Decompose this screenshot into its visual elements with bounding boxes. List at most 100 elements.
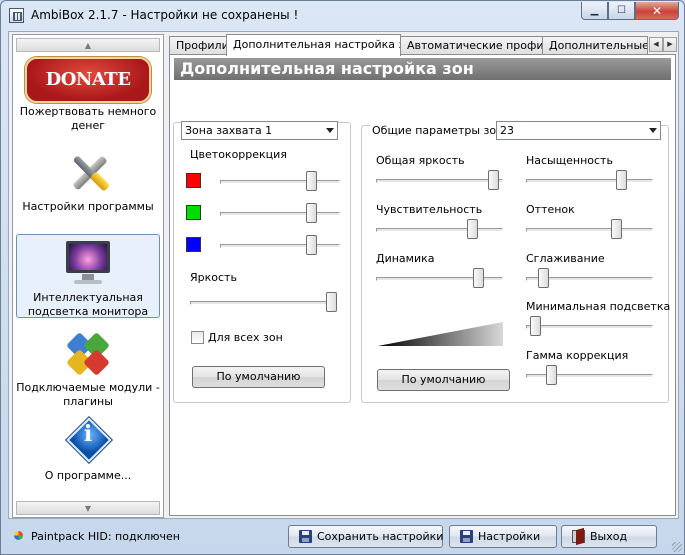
info-icon: i bbox=[63, 417, 113, 467]
min-backlight-slider-thumb[interactable] bbox=[529, 316, 541, 336]
zone-select[interactable]: Зона захвата 1 bbox=[181, 121, 338, 140]
min-backlight-label: Минимальная подсветка bbox=[526, 300, 671, 313]
status-bar: Paintpack HID: подключен Сохранить настр… bbox=[1, 520, 684, 554]
red-slider-thumb[interactable] bbox=[305, 171, 317, 191]
floppy-icon bbox=[299, 530, 312, 543]
smoothing-slider[interactable] bbox=[526, 267, 653, 289]
sensitivity-slider-thumb[interactable] bbox=[467, 219, 479, 239]
chevron-down-icon bbox=[326, 128, 334, 133]
hue-slider[interactable] bbox=[526, 218, 653, 240]
sidebar: ▲ DONATE NOW Пожертвовать немного денег … bbox=[12, 34, 164, 518]
device-status-icon bbox=[13, 530, 27, 544]
min-backlight-slider[interactable] bbox=[526, 315, 653, 337]
brightness-slider-thumb[interactable] bbox=[326, 292, 337, 312]
tab-auto-profiles[interactable]: Автоматические профили bbox=[400, 36, 543, 55]
saturation-label: Насыщенность bbox=[526, 154, 613, 167]
exit-button[interactable]: Выход bbox=[561, 525, 657, 548]
blue-slider-thumb[interactable] bbox=[305, 235, 317, 255]
zone-settings-panel: Дополнительная настройка зон Цветокоррек… bbox=[169, 54, 676, 516]
sidebar-item-label: Интеллектуальная подсветка монитора bbox=[27, 291, 149, 318]
tab-strip: Профили Дополнительная настройка зон Авт… bbox=[169, 34, 677, 56]
hue-slider-thumb[interactable] bbox=[611, 219, 623, 239]
overall-brightness-slider[interactable] bbox=[376, 169, 503, 191]
red-slider[interactable] bbox=[220, 170, 340, 192]
all-zones-label: Для всех зон bbox=[208, 331, 283, 344]
common-zone-select-value: 23 bbox=[500, 124, 514, 137]
puzzle-icon bbox=[63, 331, 113, 379]
donate-icon[interactable]: DONATE NOW bbox=[25, 57, 151, 132]
common-default-button[interactable]: По умолчанию bbox=[377, 369, 510, 391]
brightness-slider[interactable] bbox=[190, 291, 337, 313]
smoothing-label: Сглаживание bbox=[526, 252, 605, 265]
dynamics-label: Динамика bbox=[376, 252, 435, 265]
floppy-icon bbox=[460, 530, 473, 543]
all-zones-checkbox[interactable] bbox=[191, 331, 204, 344]
minimize-button[interactable]: ▁ bbox=[581, 2, 608, 20]
settings-button[interactable]: Настройки bbox=[449, 525, 557, 548]
green-slider[interactable] bbox=[220, 202, 340, 224]
panel-header: Дополнительная настройка зон bbox=[174, 58, 671, 80]
tab-additional[interactable]: Дополнительные н bbox=[542, 36, 648, 55]
gamma-label: Гамма коррекция bbox=[526, 349, 629, 362]
blue-swatch bbox=[186, 237, 201, 252]
overall-brightness-slider-thumb[interactable] bbox=[488, 170, 500, 190]
device-status-text: Paintpack HID: подключен bbox=[31, 530, 180, 543]
save-settings-button[interactable]: Сохранить настройки bbox=[288, 525, 443, 548]
sidebar-item-label: Настройки программы bbox=[22, 200, 154, 213]
maximize-button[interactable]: ☐ bbox=[608, 2, 635, 20]
dynamics-slider-thumb[interactable] bbox=[473, 268, 485, 288]
common-zone-select[interactable]: 23 bbox=[496, 121, 661, 140]
brightness-label: Яркость bbox=[190, 271, 237, 284]
tab-profiles[interactable]: Профили bbox=[169, 36, 227, 55]
sidebar-item-about[interactable]: i О программе... bbox=[16, 417, 160, 485]
window-title: AmbiBox 2.1.7 - Настройки не сохранены ! bbox=[31, 8, 299, 22]
hue-label: Оттенок bbox=[526, 203, 575, 216]
dynamics-slider[interactable] bbox=[376, 267, 503, 289]
gamma-slider[interactable] bbox=[526, 364, 653, 386]
sidebar-item-label: Пожертвовать немного денег bbox=[19, 105, 157, 132]
tab-scroll-left-button[interactable]: ◀ bbox=[649, 37, 663, 52]
window-controls: ▁ ☐ ✕ bbox=[581, 2, 679, 20]
sensitivity-slider[interactable] bbox=[376, 218, 503, 240]
color-correction-label: Цветокоррекция bbox=[190, 148, 287, 161]
sidebar-item-label: О программе... bbox=[44, 469, 132, 482]
save-settings-label: Сохранить настройки bbox=[317, 530, 444, 543]
tools-icon bbox=[63, 149, 113, 197]
exit-door-icon bbox=[572, 530, 585, 543]
close-button[interactable]: ✕ bbox=[635, 2, 679, 20]
overall-brightness-label: Общая яркость bbox=[376, 154, 465, 167]
smoothing-slider-thumb[interactable] bbox=[537, 268, 549, 288]
app-window: AmbiBox 2.1.7 - Настройки не сохранены !… bbox=[0, 0, 685, 555]
client-area: ▲ DONATE NOW Пожертвовать немного денег … bbox=[8, 31, 679, 519]
sidebar-item-label: Подключаемые модули - плагины bbox=[16, 381, 160, 408]
chevron-down-icon bbox=[649, 128, 657, 133]
saturation-slider-thumb[interactable] bbox=[616, 170, 628, 190]
common-params-label: Общие параметры зон bbox=[370, 124, 506, 137]
settings-button-label: Настройки bbox=[478, 530, 541, 543]
sidebar-scroll-up-button[interactable]: ▲ bbox=[16, 38, 160, 52]
zone-select-value: Зона захвата 1 bbox=[185, 124, 273, 137]
sidebar-item-donate[interactable]: DONATE NOW Пожертвовать немного денег bbox=[16, 57, 160, 145]
dynamics-gradient-preview bbox=[378, 322, 503, 346]
tab-scroll-right-button[interactable]: ▶ bbox=[663, 37, 677, 52]
blue-slider[interactable] bbox=[220, 234, 340, 256]
sidebar-item-settings[interactable]: Настройки программы bbox=[16, 149, 160, 219]
sidebar-item-monitor[interactable]: Интеллектуальная подсветка монитора bbox=[16, 234, 160, 318]
monitor-icon bbox=[63, 239, 113, 287]
zone-default-button[interactable]: По умолчанию bbox=[192, 366, 325, 388]
zone-group: Цветокоррекция Яркость Для всех зон По у… bbox=[173, 122, 351, 403]
title-bar: AmbiBox 2.1.7 - Настройки не сохранены !… bbox=[1, 1, 684, 31]
resize-grip[interactable] bbox=[672, 542, 682, 552]
green-slider-thumb[interactable] bbox=[305, 203, 317, 223]
sidebar-scroll-down-button[interactable]: ▼ bbox=[16, 501, 160, 515]
green-swatch bbox=[186, 205, 201, 220]
gamma-slider-thumb[interactable] bbox=[545, 365, 557, 385]
common-params-group: Общая яркость Чувствительность Динамика … bbox=[361, 125, 671, 403]
exit-button-label: Выход bbox=[590, 530, 628, 543]
saturation-slider[interactable] bbox=[526, 169, 653, 191]
sensitivity-label: Чувствительность bbox=[376, 203, 483, 216]
tab-zone-settings[interactable]: Дополнительная настройка зон bbox=[226, 34, 401, 56]
app-icon bbox=[9, 8, 24, 23]
red-swatch bbox=[186, 173, 201, 188]
sidebar-item-plugins[interactable]: Подключаемые модули - плагины bbox=[16, 331, 160, 409]
